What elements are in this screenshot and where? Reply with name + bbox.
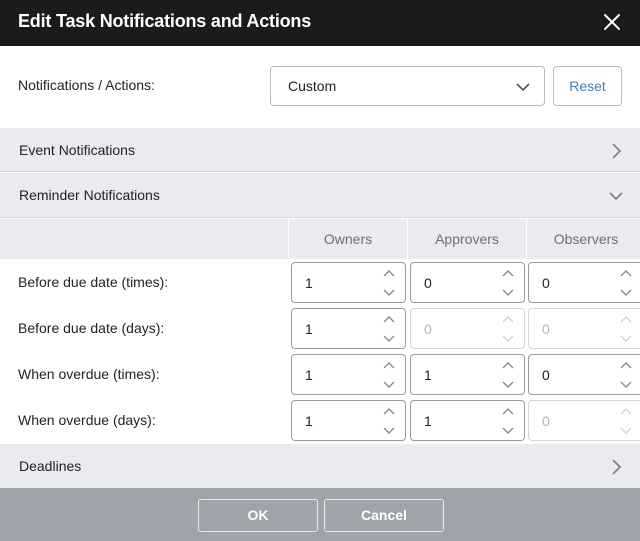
stepper-arrows-icon[interactable] [383,314,395,344]
ok-button[interactable]: OK [198,499,318,532]
section-title: Reminder Notifications [19,187,160,203]
stepper-value: 1 [424,367,432,383]
dialog-footer: OK Cancel [0,488,640,541]
chevron-right-icon [609,143,623,159]
stepper-arrows-icon[interactable] [383,360,395,390]
owners-number-stepper[interactable]: 1 [291,354,406,395]
cancel-button[interactable]: Cancel [324,499,444,532]
stepper-value: 0 [542,321,550,337]
observers-number-stepper[interactable]: 0 [528,354,640,395]
stepper-value: 0 [424,275,432,291]
stepper-arrows-icon[interactable] [502,268,514,298]
stepper-value: 1 [305,321,313,337]
approvers-number-stepper[interactable]: 1 [410,400,525,441]
stepper-value: 0 [542,275,550,291]
table-row: Before due date (times): 1 0 0 [0,259,640,305]
section-reminder-notifications[interactable]: Reminder Notifications [0,173,640,218]
notifications-actions-row: Notifications / Actions: Custom Reset [0,46,640,128]
row-label: Before due date (times): [18,274,169,290]
column-header-approvers: Approvers [407,219,526,259]
observers-number-stepper: 0 [528,308,640,349]
stepper-value: 1 [424,413,432,429]
stepper-value: 0 [424,321,432,337]
section-title: Deadlines [19,458,82,474]
edit-task-notifications-dialog: Edit Task Notifications and Actions Noti… [0,0,640,541]
stepper-value: 0 [542,413,550,429]
row-label: Before due date (days): [18,320,165,336]
stepper-arrows-icon [502,314,514,344]
approvers-number-stepper: 0 [410,308,525,349]
stepper-arrows-icon[interactable] [620,360,632,390]
stepper-value: 0 [542,367,550,383]
notifications-actions-label: Notifications / Actions: [18,77,155,93]
chevron-down-icon [516,80,530,94]
section-event-notifications[interactable]: Event Notifications [0,128,640,172]
row-label: When overdue (days): [18,412,156,428]
owners-number-stepper[interactable]: 1 [291,400,406,441]
reminder-table-header: Owners Approvers Observers [0,219,640,259]
notifications-actions-select[interactable]: Custom [270,66,545,106]
owners-number-stepper[interactable]: 1 [291,262,406,303]
approvers-number-stepper[interactable]: 1 [410,354,525,395]
stepper-value: 1 [305,275,313,291]
close-icon[interactable] [602,11,622,33]
dialog-title: Edit Task Notifications and Actions [18,11,312,31]
chevron-down-icon [609,188,623,204]
column-header-owners: Owners [288,219,407,259]
column-header-observers: Observers [526,219,640,259]
chevron-right-icon [609,459,623,475]
stepper-arrows-icon [620,314,632,344]
section-deadlines[interactable]: Deadlines [0,444,640,488]
owners-number-stepper[interactable]: 1 [291,308,406,349]
row-label: When overdue (times): [18,366,160,382]
observers-number-stepper[interactable]: 0 [528,262,640,303]
stepper-arrows-icon[interactable] [383,406,395,436]
approvers-number-stepper[interactable]: 0 [410,262,525,303]
section-title: Event Notifications [19,142,135,158]
reset-button[interactable]: Reset [553,66,622,106]
stepper-arrows-icon[interactable] [620,268,632,298]
stepper-value: 1 [305,413,313,429]
observers-number-stepper: 0 [528,400,640,441]
dialog-titlebar: Edit Task Notifications and Actions [0,0,640,46]
notifications-actions-value: Custom [288,78,337,94]
table-row: When overdue (days): 1 1 0 [0,397,640,443]
stepper-arrows-icon[interactable] [383,268,395,298]
stepper-value: 1 [305,367,313,383]
table-row: When overdue (times): 1 1 0 [0,351,640,397]
stepper-arrows-icon[interactable] [502,406,514,436]
stepper-arrows-icon [620,406,632,436]
stepper-arrows-icon[interactable] [502,360,514,390]
table-row: Before due date (days): 1 0 0 [0,305,640,351]
